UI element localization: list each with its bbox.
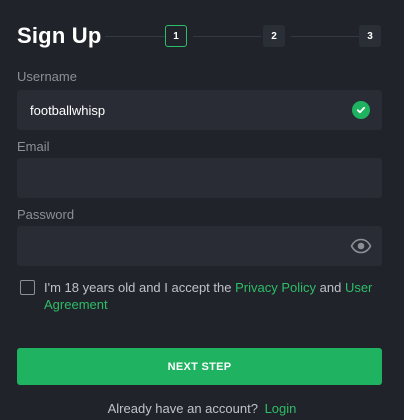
step-3-indicator: 3: [359, 25, 381, 47]
login-link[interactable]: Login: [265, 401, 297, 416]
terms-text: I'm 18 years old and I accept the Privac…: [44, 279, 382, 313]
signup-header: Sign Up 1 2 3: [17, 21, 387, 51]
password-input[interactable]: [17, 226, 382, 266]
privacy-policy-link[interactable]: Privacy Policy: [235, 280, 316, 295]
step-connector: [291, 36, 359, 37]
username-input[interactable]: [17, 90, 382, 130]
next-step-button[interactable]: NEXT STEP: [17, 348, 382, 385]
username-label: Username: [17, 69, 77, 84]
password-field-container: [17, 226, 382, 266]
email-field-container: [17, 158, 382, 198]
email-input[interactable]: [17, 158, 382, 198]
login-prompt: Already have an account? Login: [0, 401, 404, 416]
terms-conjunction: and: [316, 280, 345, 295]
step-2-indicator: 2: [263, 25, 285, 47]
step-connector: [193, 36, 261, 37]
username-field-container: [17, 90, 382, 130]
login-prompt-text: Already have an account?: [107, 401, 258, 416]
page-title: Sign Up: [17, 23, 102, 48]
terms-prefix: I'm 18 years old and I accept the: [44, 280, 236, 295]
step-1-indicator: 1: [165, 25, 187, 47]
terms-checkbox[interactable]: [20, 280, 35, 295]
check-circle-icon: [352, 101, 370, 119]
password-label: Password: [17, 207, 75, 222]
email-label: Email: [17, 139, 50, 154]
step-connector: [105, 36, 165, 37]
eye-icon[interactable]: [350, 238, 372, 254]
